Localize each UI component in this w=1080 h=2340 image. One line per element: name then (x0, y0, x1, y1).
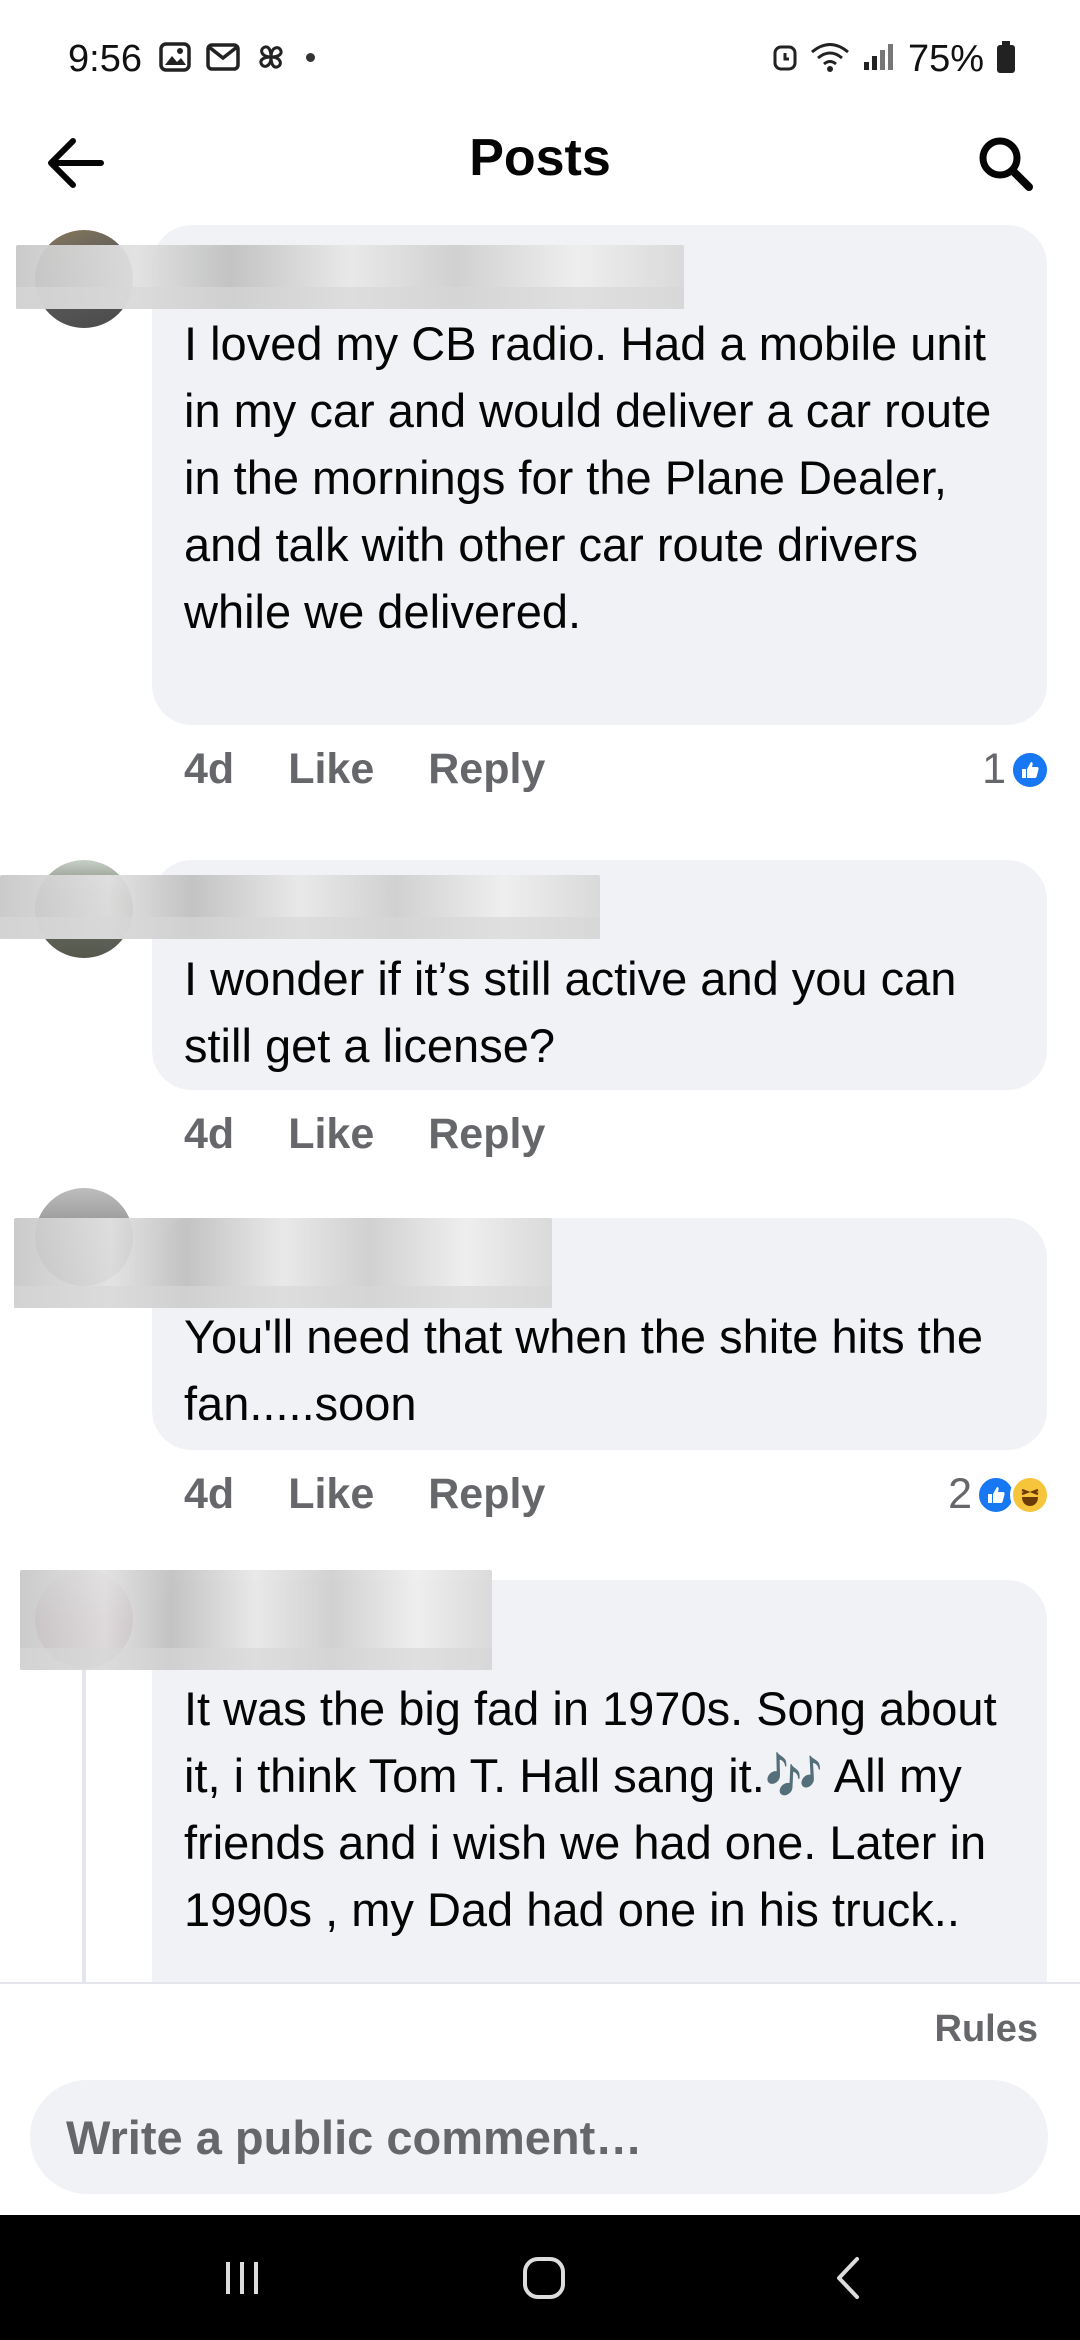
comment-text: I loved my CB radio. Had a mobile unit i… (184, 317, 992, 638)
comment-text: You'll need that when the shite hits the… (184, 1310, 983, 1430)
pinwheel-icon (254, 42, 288, 72)
commenter-name-redacted (20, 1570, 492, 1670)
system-status-icons: 75% (772, 38, 1016, 81)
comment-age: 4d (184, 1110, 235, 1158)
comment-age: 4d (184, 1470, 235, 1518)
reaction-count: 2 (948, 1470, 972, 1518)
recent-apps-button[interactable] (172, 2215, 312, 2340)
reply-button[interactable]: Reply (428, 1470, 545, 1519)
mail-icon (206, 42, 240, 72)
page-title: Posts (469, 129, 611, 187)
back-chevron-icon (837, 2256, 859, 2299)
status-time: 9:56 (68, 38, 142, 80)
gallery-icon (158, 42, 192, 72)
wifi-icon (810, 41, 850, 78)
alarm-icon (772, 42, 798, 77)
home-button[interactable] (474, 2215, 614, 2340)
battery-percent: 75% (907, 38, 984, 80)
comment-text: I wonder if it’s still active and you ca… (184, 952, 957, 1072)
comment-actions: 4d Like Reply (184, 1470, 545, 1519)
search-icon (979, 137, 1033, 191)
commenter-name-redacted (0, 875, 600, 939)
recent-apps-icon (226, 2261, 258, 2294)
haha-reaction-icon (1010, 1474, 1050, 1515)
comment-actions: 4d Like Reply (184, 1110, 545, 1159)
reply-button[interactable]: Reply (428, 1110, 545, 1159)
thread-line (82, 1668, 86, 1982)
like-button[interactable]: Like (288, 1110, 374, 1159)
battery-icon (996, 40, 1016, 79)
back-nav-button[interactable] (778, 2215, 918, 2340)
home-icon (523, 2256, 565, 2299)
reaction-summary[interactable]: 1 (982, 745, 1050, 794)
top-app-bar: Posts (0, 120, 1080, 235)
like-reaction-icon (1010, 749, 1050, 790)
like-button[interactable]: Like (288, 1470, 374, 1519)
comment-list: I loved my CB radio. Had a mobile unit i… (0, 220, 1080, 1982)
system-nav-bar (0, 2215, 1080, 2340)
comment-age: 4d (184, 745, 235, 793)
commenter-name-redacted (14, 1218, 552, 1308)
comment-actions: 4d Like Reply (184, 745, 545, 794)
reaction-summary[interactable]: 2 (948, 1470, 1050, 1519)
commenter-name-redacted (16, 245, 684, 309)
divider (0, 1982, 1080, 1984)
more-notifications-dot-icon (306, 52, 315, 62)
status-bar: 9:56 75% (0, 0, 1080, 120)
comment-text: It was the big fad in 1970s. Song about … (184, 1682, 997, 1936)
signal-icon (862, 42, 896, 77)
comment-input[interactable]: Write a public comment… (30, 2080, 1048, 2194)
reply-button[interactable]: Reply (428, 745, 545, 794)
like-button[interactable]: Like (288, 745, 374, 794)
notification-icons (158, 42, 315, 72)
search-button[interactable] (970, 128, 1040, 198)
rules-link[interactable]: Rules (935, 2008, 1038, 2051)
reaction-count: 1 (982, 745, 1006, 793)
